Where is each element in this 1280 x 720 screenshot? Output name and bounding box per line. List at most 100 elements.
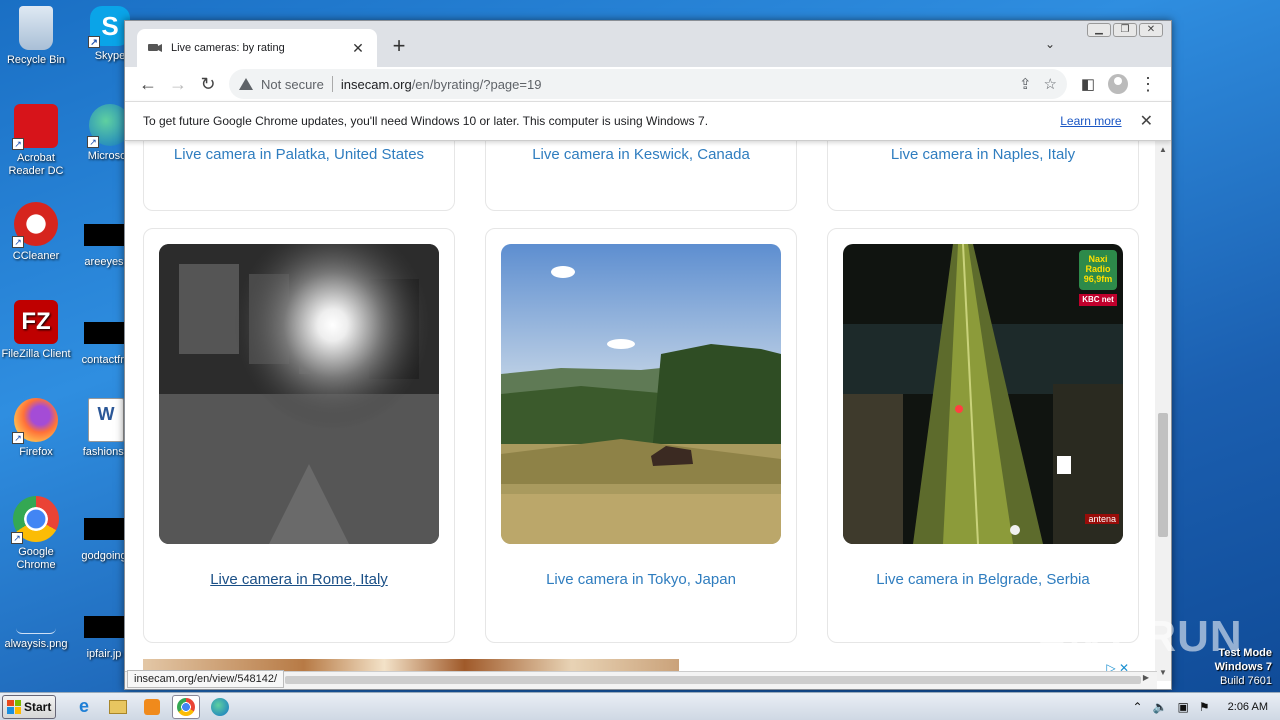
file-thumbnail-icon bbox=[84, 322, 124, 344]
desktop-icon-alwaysis[interactable]: alwaysis.png bbox=[0, 604, 72, 651]
tab-live-cameras[interactable]: Live cameras: by rating ✕ bbox=[137, 29, 377, 67]
filezilla-icon: FZ bbox=[14, 300, 58, 344]
desktop-icon-label: Acrobat Reader DC bbox=[8, 152, 64, 177]
camera-card[interactable]: Naxi Radio 96,9fm KBC net antena Live ca… bbox=[827, 228, 1139, 643]
action-center-flag-icon[interactable]: ⚑ bbox=[1199, 700, 1210, 714]
desktop-icon-label: FileZilla Client bbox=[1, 348, 71, 360]
bookmark-star-icon[interactable]: ☆ bbox=[1044, 75, 1057, 93]
recycle-bin-icon bbox=[19, 6, 53, 50]
window-controls: ▁ ❐ ✕ bbox=[1087, 23, 1163, 37]
scroll-right-arrow-icon[interactable]: ▶ bbox=[1143, 673, 1149, 682]
camera-link[interactable]: Live camera in Tokyo, Japan bbox=[486, 571, 796, 588]
status-bar: ▶ insecam.org/en/view/548142/ bbox=[125, 670, 1157, 689]
desktop-icon-ccleaner[interactable]: ↗ CCleaner bbox=[0, 202, 72, 263]
camera-thumbnail[interactable] bbox=[159, 244, 439, 544]
taskbar-chrome-icon[interactable] bbox=[172, 694, 200, 719]
camera-icon bbox=[147, 42, 163, 54]
camera-card[interactable]: Live camera in Rome, Italy bbox=[143, 228, 455, 643]
desktop-icon-label: Skype bbox=[94, 50, 126, 62]
desktop-icon-label: areeyes bbox=[84, 256, 124, 268]
camera-link[interactable]: Live camera in Naples, Italy bbox=[828, 146, 1138, 163]
tab-close-icon[interactable]: ✕ bbox=[349, 40, 367, 57]
antena-logo: antena bbox=[1085, 514, 1119, 524]
windows-logo-icon bbox=[7, 699, 21, 714]
profile-button[interactable] bbox=[1103, 70, 1133, 98]
volume-icon[interactable]: 🔈 bbox=[1153, 700, 1168, 714]
reload-button[interactable]: ↻ bbox=[193, 70, 223, 98]
watermark-line3: Build 7601 bbox=[1220, 675, 1272, 687]
horizontal-scroll-thumb[interactable] bbox=[285, 676, 1141, 684]
camera-card[interactable]: Live camera in Naples, Italy bbox=[827, 141, 1139, 211]
learn-more-link[interactable]: Learn more bbox=[1060, 114, 1121, 128]
desktop-icon-label: ipfair.jp bbox=[86, 648, 122, 660]
camera-card[interactable]: Live camera in Palatka, United States bbox=[143, 141, 455, 211]
url-text[interactable]: insecam.org/en/byrating/?page=19 bbox=[341, 77, 1007, 92]
watermark-line1: Test Mode bbox=[1218, 647, 1272, 659]
taskbar-ie-icon[interactable]: e bbox=[70, 695, 98, 719]
chrome-menu-icon[interactable]: ⋮ bbox=[1133, 70, 1163, 98]
camera-link[interactable]: Live camera in Keswick, Canada bbox=[486, 146, 796, 163]
camera-link[interactable]: Live camera in Belgrade, Serbia bbox=[828, 571, 1138, 588]
status-url: insecam.org/en/view/548142/ bbox=[127, 670, 285, 688]
desktop-icon-acrobat[interactable]: ↗ Acrobat Reader DC bbox=[0, 104, 72, 178]
chrome-icon: ↗ bbox=[11, 496, 59, 544]
desktop-icon-label: alwaysis.png bbox=[4, 638, 68, 650]
tab-title: Live cameras: by rating bbox=[171, 42, 285, 54]
update-infobar: To get future Google Chrome updates, you… bbox=[125, 101, 1171, 141]
anyrun-watermark: ANY RUN bbox=[1036, 612, 1243, 661]
watermark-line2: Windows 7 bbox=[1214, 661, 1272, 673]
file-thumbnail-icon bbox=[84, 616, 124, 638]
desktop-icon-label: contactfri bbox=[81, 354, 127, 366]
desktop-icon-label: godgoing bbox=[81, 550, 127, 562]
security-label[interactable]: Not secure bbox=[261, 77, 324, 92]
taskbar-explorer-icon[interactable] bbox=[104, 695, 132, 719]
scroll-thumb[interactable] bbox=[1158, 413, 1168, 537]
not-secure-warning-icon[interactable] bbox=[239, 78, 253, 90]
new-tab-button[interactable]: + bbox=[387, 35, 411, 57]
tab-search-chevron-icon[interactable]: ⌄ bbox=[1045, 37, 1055, 51]
vertical-scrollbar[interactable]: ▲ ▼ bbox=[1155, 141, 1171, 681]
camera-thumbnail[interactable] bbox=[501, 244, 781, 544]
system-tray: ⌃ 🔈 ▣ ⚑ 2:06 AM bbox=[1133, 693, 1280, 720]
firefox-icon: ↗ bbox=[12, 398, 58, 444]
tray-expand-icon[interactable]: ⌃ bbox=[1133, 700, 1143, 714]
scroll-down-arrow-icon[interactable]: ▼ bbox=[1155, 668, 1171, 677]
browser-toolbar: ← → ↻ Not secure insecam.org/en/byrating… bbox=[125, 67, 1171, 101]
share-icon[interactable]: ⇪ bbox=[1019, 75, 1032, 93]
close-window-button[interactable]: ✕ bbox=[1139, 23, 1163, 37]
back-button[interactable]: ← bbox=[133, 70, 163, 98]
side-panel-icon[interactable]: ◧ bbox=[1073, 70, 1103, 98]
forward-button[interactable]: → bbox=[163, 70, 193, 98]
minimize-button[interactable]: ▁ bbox=[1087, 23, 1111, 37]
avatar bbox=[1108, 74, 1128, 94]
desktop-icon-label: Firefox bbox=[19, 446, 53, 458]
desktop-icon-filezilla[interactable]: FZ FileZilla Client bbox=[0, 300, 72, 361]
camera-card[interactable]: Live camera in Keswick, Canada bbox=[485, 141, 797, 211]
taskbar: Start e ⌃ 🔈 ▣ ⚑ 2:06 AM bbox=[0, 692, 1280, 720]
desktop-icon-recycle-bin[interactable]: Recycle Bin bbox=[0, 6, 72, 67]
desktop-icon-label: Google Chrome bbox=[16, 546, 56, 571]
desktop-icon-firefox[interactable]: ↗ Firefox bbox=[0, 398, 72, 459]
camera-link[interactable]: Live camera in Rome, Italy bbox=[144, 571, 454, 588]
desktop-icon-label: fashionsy bbox=[82, 446, 130, 458]
taskbar-media-player-icon[interactable] bbox=[138, 695, 166, 719]
infobar-message: To get future Google Chrome updates, you… bbox=[143, 114, 709, 128]
network-icon[interactable]: ▣ bbox=[1178, 700, 1189, 714]
test-mode-watermark: Test Mode Windows 7 Build 7601 bbox=[1215, 646, 1272, 688]
camera-card[interactable]: Live camera in Tokyo, Japan bbox=[485, 228, 797, 643]
start-button[interactable]: Start bbox=[2, 694, 56, 719]
desktop-icon-chrome[interactable]: ↗ Google Chrome bbox=[0, 496, 72, 572]
url-path: /en/byrating/?page=19 bbox=[411, 76, 542, 92]
address-bar[interactable]: Not secure insecam.org/en/byrating/?page… bbox=[229, 69, 1067, 99]
page-viewport: Live camera in Palatka, United States Li… bbox=[125, 141, 1157, 681]
camera-thumbnail[interactable]: Naxi Radio 96,9fm KBC net antena bbox=[843, 244, 1123, 544]
maximize-button[interactable]: ❐ bbox=[1113, 23, 1137, 37]
infobar-close-icon[interactable]: ✕ bbox=[1140, 111, 1153, 131]
taskbar-edge-icon[interactable] bbox=[206, 695, 234, 719]
file-thumbnail-icon bbox=[84, 224, 124, 246]
radio-logo: Naxi Radio 96,9fm bbox=[1079, 250, 1117, 290]
camera-link[interactable]: Live camera in Palatka, United States bbox=[144, 146, 454, 163]
clock[interactable]: 2:06 AM bbox=[1228, 701, 1268, 713]
scroll-up-arrow-icon[interactable]: ▲ bbox=[1155, 145, 1171, 154]
kbc-logo: KBC net bbox=[1079, 294, 1117, 306]
